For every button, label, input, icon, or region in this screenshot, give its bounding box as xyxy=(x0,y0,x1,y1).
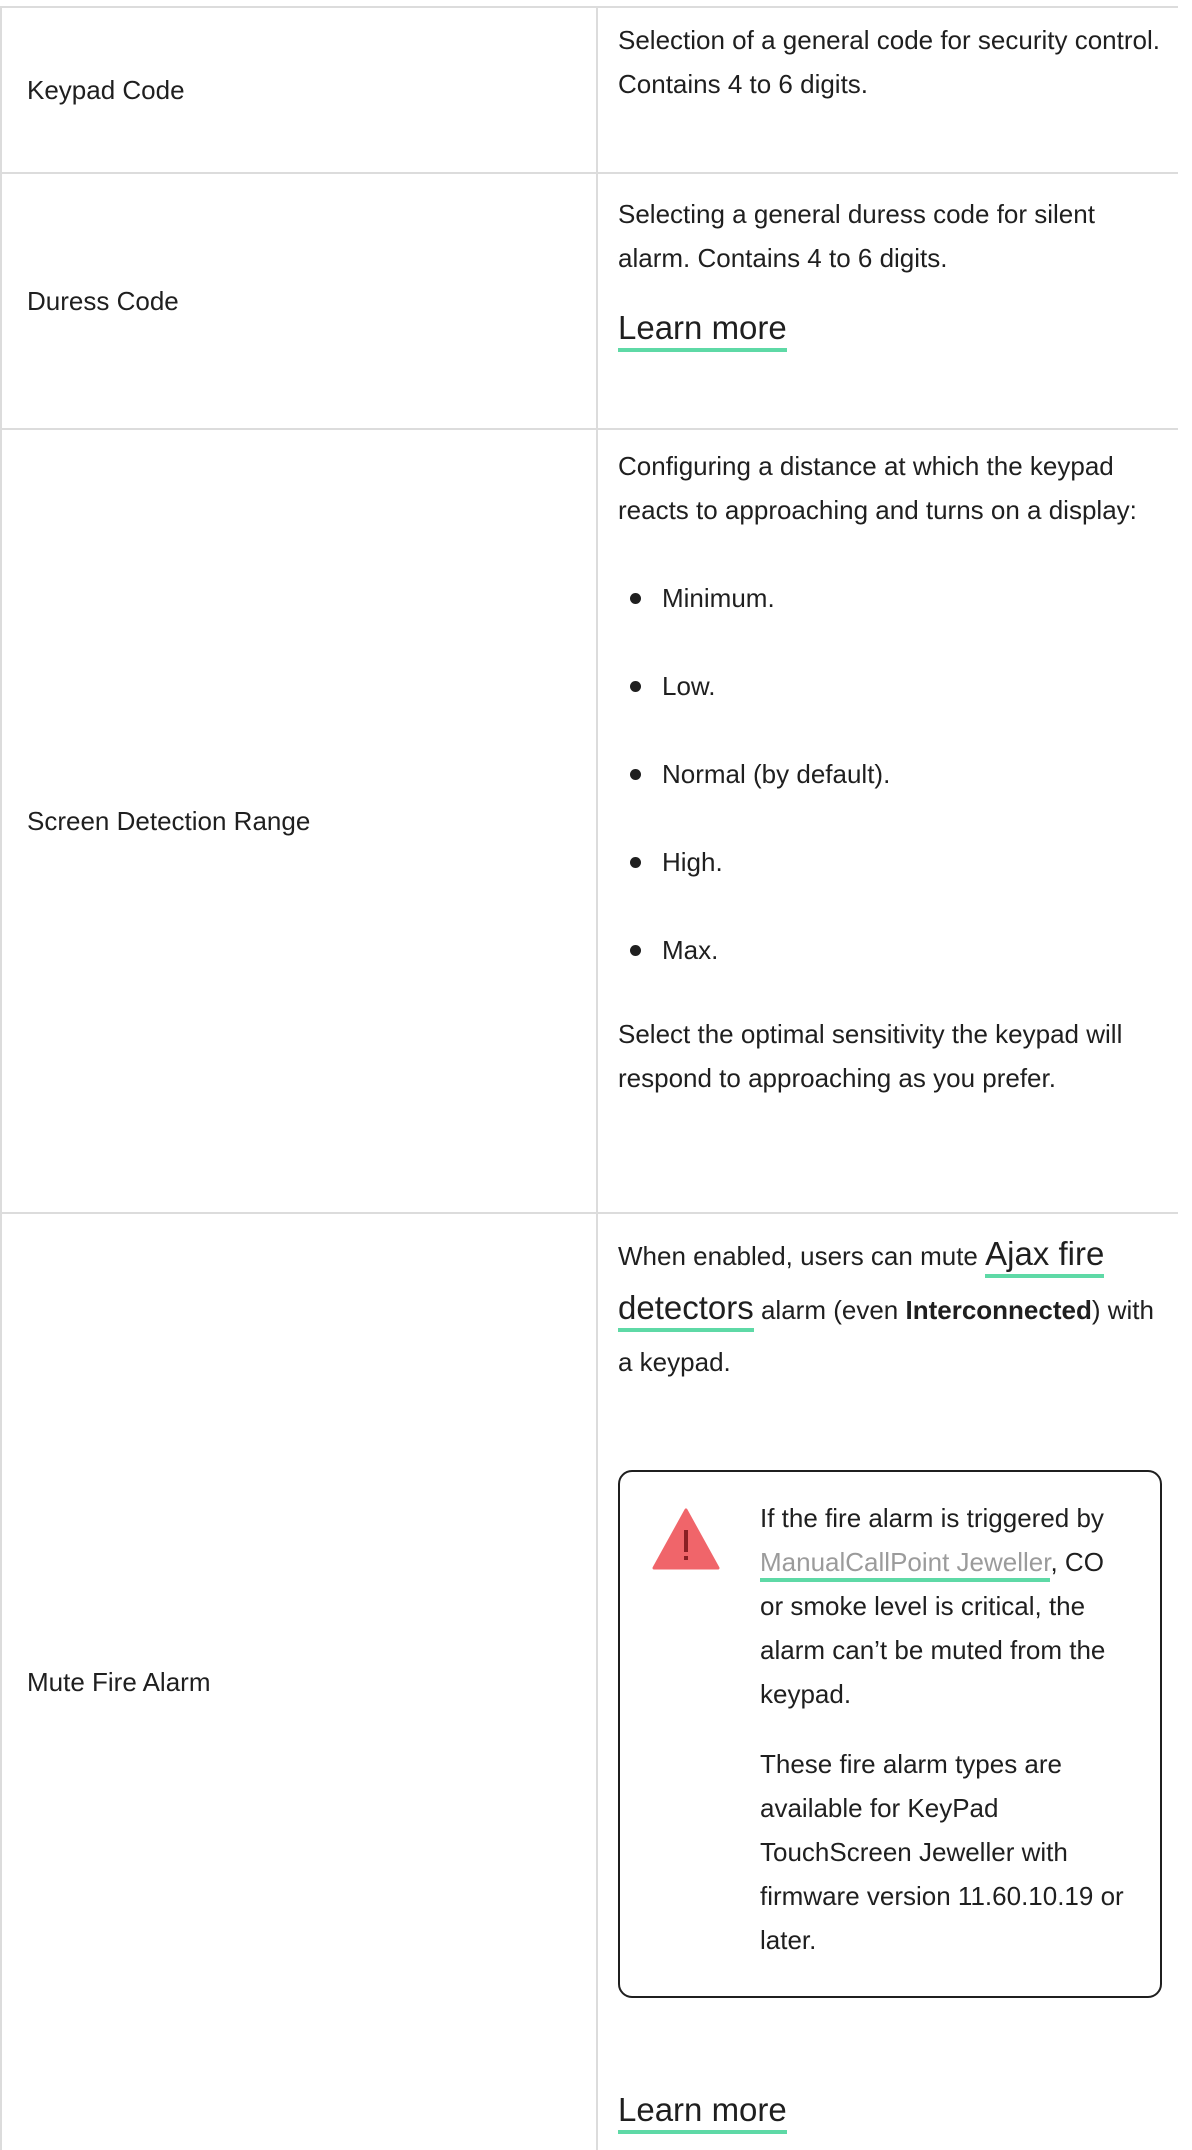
option-text: Low. xyxy=(662,671,716,701)
description-text: Selecting a general duress code for sile… xyxy=(618,199,1095,273)
bullet-icon xyxy=(630,857,641,868)
description-text: Selection of a general code for security… xyxy=(618,25,1160,99)
setting-name: Mute Fire Alarm xyxy=(0,1214,598,2150)
list-item: High. xyxy=(618,840,1162,928)
setting-label-duress-code: Duress Code xyxy=(27,285,179,316)
bullet-icon xyxy=(630,593,641,604)
text-segment: When enabled, users can mute xyxy=(618,1241,986,1271)
option-text: Minimum. xyxy=(662,583,775,613)
setting-label-mute-fire-alarm: Mute Fire Alarm xyxy=(27,1666,211,1697)
list-item: Max. xyxy=(618,928,1162,992)
option-text: Normal (by default). xyxy=(662,759,891,789)
bold-text: Interconnected xyxy=(905,1295,1092,1325)
bullet-icon xyxy=(630,681,641,692)
learn-more-link[interactable]: Learn more xyxy=(618,2091,787,2134)
option-text: Max. xyxy=(662,935,719,965)
learn-more-link[interactable]: Learn more xyxy=(618,309,787,352)
table-row: Screen Detection Range Configuring a dis… xyxy=(0,430,1178,1214)
option-text: High. xyxy=(662,847,723,877)
warning-icon xyxy=(652,1508,720,1570)
setting-name: Duress Code xyxy=(0,174,598,428)
setting-description: Selection of a general code for security… xyxy=(598,8,1178,172)
warning-text: If the fire alarm is triggered by Manual… xyxy=(760,1496,1130,1716)
manual-call-point-link[interactable]: ManualCallPoint Jeweller xyxy=(760,1547,1051,1582)
bullet-icon xyxy=(630,769,641,780)
setting-label-screen-detection-range: Screen Detection Range xyxy=(27,805,311,836)
table-row: Keypad Code Selection of a general code … xyxy=(0,8,1178,174)
range-options-list: Minimum. Low. Normal (by default). High.… xyxy=(618,576,1162,992)
list-item: Low. xyxy=(618,664,1162,752)
table-row: Duress Code Selecting a general duress c… xyxy=(0,174,1178,430)
warning-text: These fire alarm types are available for… xyxy=(760,1749,1124,1955)
text-segment: If the fire alarm is triggered by xyxy=(760,1503,1104,1533)
text-segment: alarm (even xyxy=(753,1295,906,1325)
setting-description: When enabled, users can mute Ajax fire d… xyxy=(598,1214,1178,2150)
bullet-icon xyxy=(630,945,641,956)
description-text: Configuring a distance at which the keyp… xyxy=(618,451,1137,525)
setting-name: Screen Detection Range xyxy=(0,430,598,1212)
settings-table: Keypad Code Selection of a general code … xyxy=(0,6,1178,2150)
setting-description: Selecting a general duress code for sile… xyxy=(598,174,1178,428)
setting-description: Configuring a distance at which the keyp… xyxy=(598,430,1178,1212)
description-text: Select the optimal sensitivity the keypa… xyxy=(618,1019,1123,1093)
description-text: When enabled, users can mute Ajax fire d… xyxy=(618,1228,1162,1388)
setting-name: Keypad Code xyxy=(0,8,598,172)
list-item: Minimum. xyxy=(618,576,1162,664)
table-row: Mute Fire Alarm When enabled, users can … xyxy=(0,1214,1178,2150)
warning-callout: If the fire alarm is triggered by Manual… xyxy=(618,1470,1162,1998)
list-item: Normal (by default). xyxy=(618,752,1162,840)
setting-label-keypad-code: Keypad Code xyxy=(27,74,185,105)
